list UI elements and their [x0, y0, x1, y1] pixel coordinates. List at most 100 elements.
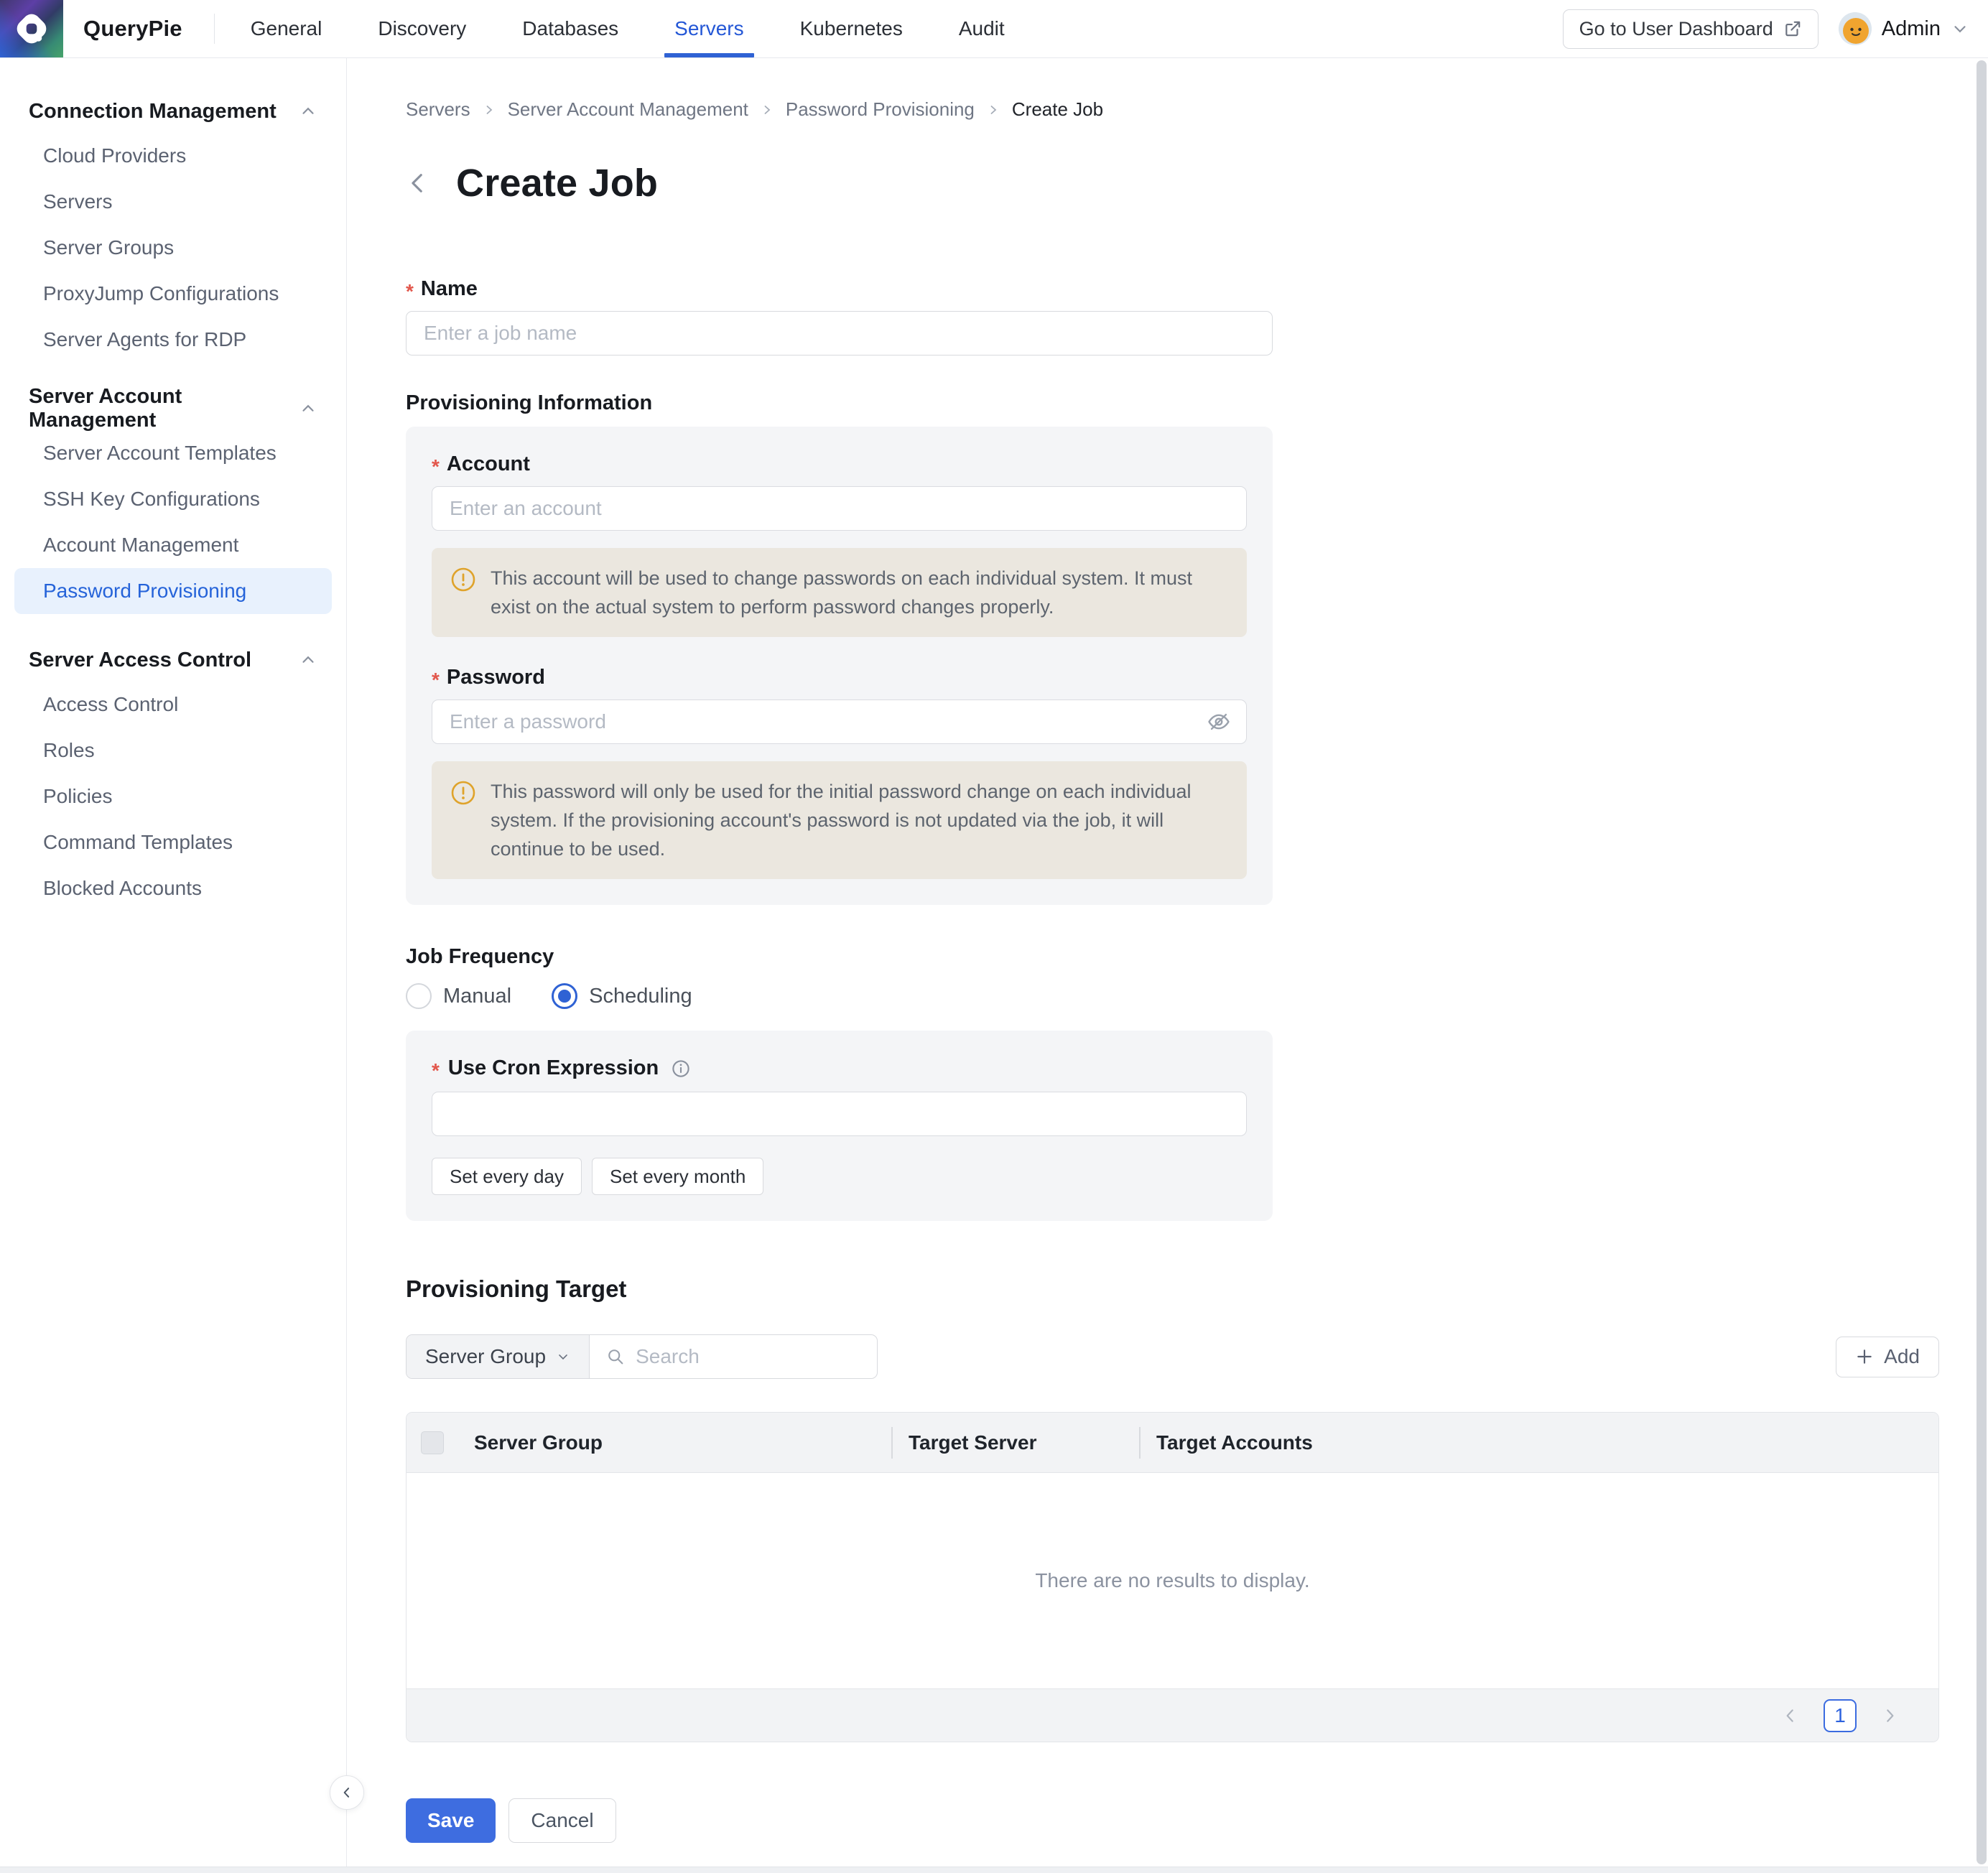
cron-label: Use Cron Expression — [448, 1056, 659, 1080]
job-frequency-label: Job Frequency — [406, 945, 1273, 969]
layout: Connection Management Cloud Providers Se… — [0, 58, 1988, 1867]
admin-avatar — [1839, 12, 1872, 45]
sidebar-item-access-control[interactable]: Access Control — [0, 682, 346, 728]
column-server-group: Server Group — [457, 1413, 891, 1472]
radio-manual-label: Manual — [443, 985, 511, 1008]
job-name-input[interactable] — [406, 311, 1273, 355]
warning-icon — [450, 567, 476, 592]
top-navbar: QueryPie General Discovery Databases Ser… — [0, 0, 1988, 58]
back-button[interactable] — [406, 163, 437, 203]
go-to-user-dashboard-button[interactable]: Go to User Dashboard — [1563, 9, 1819, 49]
radio-manual[interactable]: Manual — [406, 983, 511, 1009]
chevron-left-icon — [406, 171, 430, 195]
nav-item-audit[interactable]: Audit — [954, 0, 1009, 57]
sidebar-item-command-templates[interactable]: Command Templates — [0, 819, 346, 865]
column-target-accounts: Target Accounts — [1139, 1413, 1938, 1472]
filter-field-value: Server Group — [425, 1345, 546, 1368]
search-segment — [590, 1335, 877, 1378]
password-label: Password — [447, 666, 545, 689]
password-input[interactable] — [432, 700, 1247, 744]
account-note: This account will be used to change pass… — [432, 548, 1247, 637]
chevron-right-icon — [1880, 1706, 1899, 1725]
chevron-right-icon — [761, 104, 773, 116]
pagination-page-1[interactable]: 1 — [1824, 1699, 1857, 1732]
sidebar-header-server-access-control[interactable]: Server Access Control — [0, 646, 346, 674]
required-marker: * — [406, 280, 414, 303]
sidebar-item-roles[interactable]: Roles — [0, 728, 346, 773]
account-note-text: This account will be used to change pass… — [491, 564, 1228, 621]
caret-down-icon — [556, 1349, 570, 1364]
sidebar: Connection Management Cloud Providers Se… — [0, 58, 347, 1867]
collapse-sidebar-button[interactable] — [330, 1775, 364, 1810]
radio-scheduling[interactable]: Scheduling — [552, 983, 692, 1009]
sidebar-item-policies[interactable]: Policies — [0, 773, 346, 819]
sidebar-item-servers[interactable]: Servers — [0, 179, 346, 225]
cron-expression-input[interactable] — [432, 1092, 1247, 1136]
job-form: * Name Provisioning Information * Accoun… — [406, 277, 1273, 1221]
nav-item-general[interactable]: General — [246, 0, 327, 57]
vertical-scrollbar[interactable] — [1977, 60, 1987, 1864]
chevron-left-icon — [340, 1785, 354, 1800]
breadcrumb-servers[interactable]: Servers — [406, 98, 470, 121]
pagination-prev-button[interactable] — [1778, 1703, 1803, 1729]
sidebar-item-ssh-key-configurations[interactable]: SSH Key Configurations — [0, 476, 346, 522]
sidebar-item-blocked-accounts[interactable]: Blocked Accounts — [0, 865, 346, 911]
eye-off-icon[interactable] — [1207, 710, 1231, 734]
add-target-button[interactable]: Add — [1836, 1337, 1939, 1377]
nav-item-servers[interactable]: Servers — [670, 0, 748, 57]
set-every-month-button[interactable]: Set every month — [592, 1158, 763, 1195]
sidebar-header-connection-management[interactable]: Connection Management — [0, 97, 346, 126]
sidebar-item-password-provisioning[interactable]: Password Provisioning — [14, 568, 332, 614]
provisioning-information-title: Provisioning Information — [406, 391, 1273, 415]
chevron-right-icon — [483, 104, 495, 116]
radio-circle — [552, 983, 577, 1009]
search-icon — [605, 1347, 626, 1367]
radio-scheduling-label: Scheduling — [589, 985, 692, 1008]
set-every-day-button[interactable]: Set every day — [432, 1158, 582, 1195]
info-icon[interactable] — [670, 1058, 692, 1079]
target-table-body: There are no results to display. — [407, 1473, 1938, 1688]
nav-item-discovery[interactable]: Discovery — [373, 0, 470, 57]
sidebar-header-server-account-management[interactable]: Server Account Management — [0, 394, 346, 423]
brand-name[interactable]: QueryPie — [83, 16, 182, 42]
chevron-down-icon — [1951, 19, 1969, 38]
querypie-logo[interactable] — [0, 0, 63, 57]
chevron-left-icon — [1781, 1706, 1800, 1725]
sidebar-item-server-groups[interactable]: Server Groups — [0, 225, 346, 271]
provisioning-information-panel: * Account This account will be used to c… — [406, 427, 1273, 905]
select-all-checkbox[interactable] — [421, 1431, 444, 1454]
sidebar-item-server-account-templates[interactable]: Server Account Templates — [0, 430, 346, 476]
radio-circle — [406, 983, 432, 1009]
sidebar-item-cloud-providers[interactable]: Cloud Providers — [0, 133, 346, 179]
password-label-row: * Password — [432, 666, 1247, 689]
nav-item-databases[interactable]: Databases — [518, 0, 623, 57]
add-button-label: Add — [1884, 1345, 1920, 1368]
cancel-button[interactable]: Cancel — [508, 1798, 616, 1843]
bottom-strip — [0, 1867, 1988, 1873]
target-search-input[interactable] — [636, 1345, 861, 1368]
target-search-group: Server Group — [406, 1334, 878, 1379]
topnav-right: Go to User Dashboard — [1563, 9, 1988, 49]
sidebar-section-title: Server Account Management — [29, 385, 299, 432]
user-menu[interactable]: Admin — [1839, 12, 1969, 45]
nav-item-kubernetes[interactable]: Kubernetes — [796, 0, 907, 57]
chevron-up-icon — [299, 102, 317, 121]
chevron-right-icon — [988, 104, 999, 116]
filter-field-select[interactable]: Server Group — [407, 1335, 590, 1378]
empty-state-text: There are no results to display. — [1035, 1569, 1309, 1592]
breadcrumb-password-provisioning[interactable]: Password Provisioning — [786, 98, 975, 121]
sidebar-item-account-management[interactable]: Account Management — [0, 522, 346, 568]
breadcrumb-server-account-management[interactable]: Server Account Management — [508, 98, 748, 121]
save-button[interactable]: Save — [406, 1798, 496, 1843]
scheduling-panel: * Use Cron Expression Set every day Set … — [406, 1031, 1273, 1221]
chevron-up-icon — [299, 399, 317, 418]
account-input[interactable] — [432, 486, 1247, 531]
page-title-row: Create Job — [406, 161, 1988, 205]
sidebar-item-proxyjump-configurations[interactable]: ProxyJump Configurations — [0, 271, 346, 317]
querypie-logo-icon — [12, 9, 51, 48]
sidebar-section-server-account-management: Server Account Management Server Account… — [0, 394, 346, 614]
sidebar-section-title: Server Access Control — [29, 649, 251, 672]
plus-icon — [1855, 1347, 1874, 1366]
sidebar-item-server-agents-for-rdp[interactable]: Server Agents for RDP — [0, 317, 346, 363]
pagination-next-button[interactable] — [1877, 1703, 1903, 1729]
